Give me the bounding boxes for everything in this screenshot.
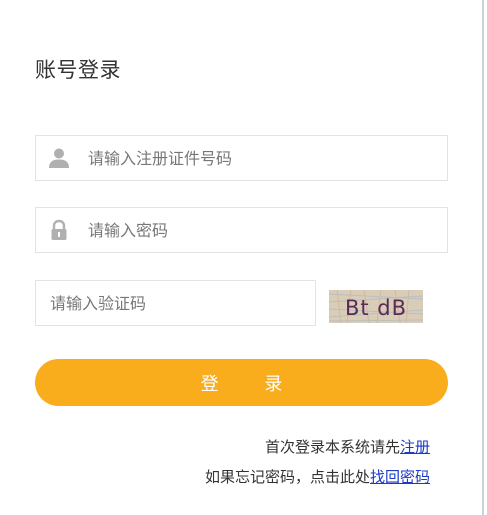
register-line: 首次登录本系统请先注册 [265, 436, 430, 457]
account-input[interactable] [88, 136, 428, 180]
lock-icon [48, 219, 70, 241]
captcha-image[interactable]: Bt dB [329, 290, 423, 323]
forgot-password-link[interactable]: 找回密码 [370, 468, 430, 486]
forgot-line: 如果忘记密码，点击此处找回密码 [205, 466, 430, 487]
login-button[interactable]: 登 录 [35, 359, 448, 406]
account-field[interactable] [35, 135, 448, 181]
page-title: 账号登录 [35, 58, 121, 82]
register-prompt: 首次登录本系统请先 [264, 438, 400, 456]
captcha-text: Bt dB [345, 296, 407, 320]
password-field[interactable] [35, 207, 448, 253]
login-panel: 账号登录 Bt dB 登 录 首次登录本 [0, 0, 484, 515]
user-icon [48, 147, 70, 169]
captcha-input[interactable] [50, 281, 300, 325]
captcha-field[interactable] [35, 280, 316, 326]
password-input[interactable] [88, 208, 428, 252]
forgot-prompt: 如果忘记密码，点击此处 [204, 468, 370, 486]
register-link[interactable]: 注册 [400, 438, 430, 456]
